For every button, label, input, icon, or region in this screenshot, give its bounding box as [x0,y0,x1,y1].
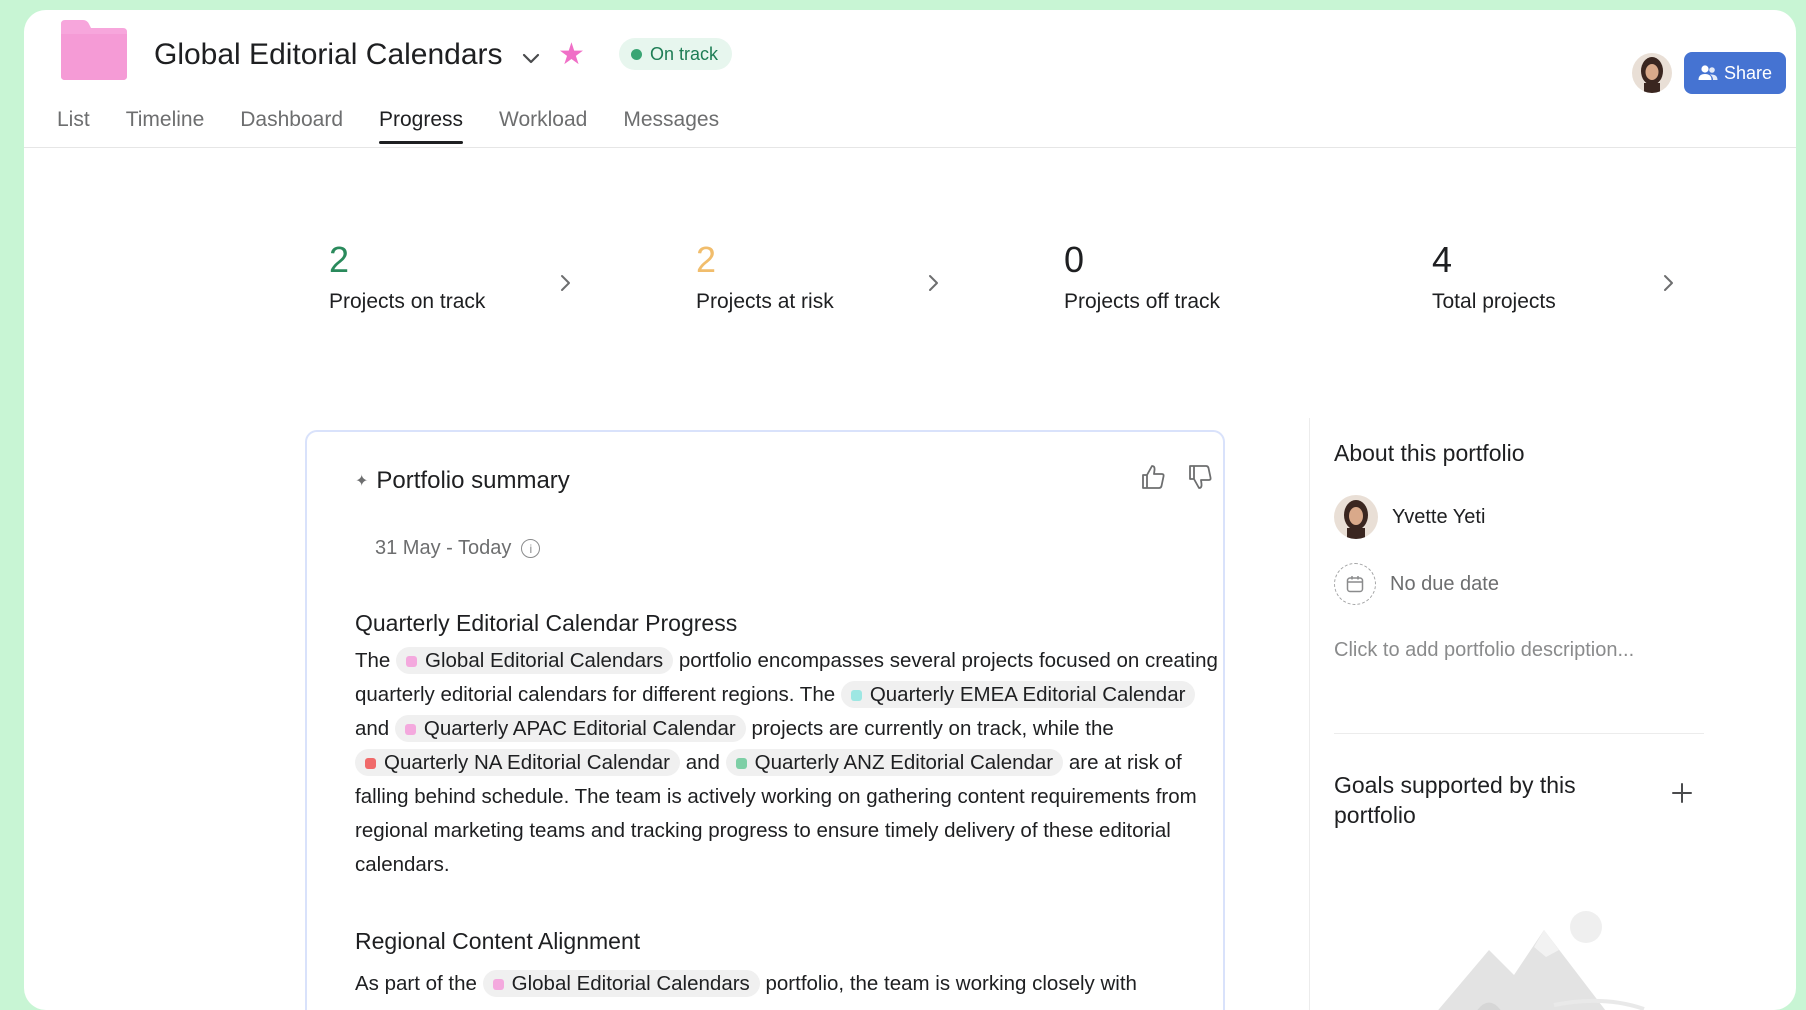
chevron-down-icon[interactable] [518,46,544,72]
project-color-dot [365,758,376,769]
chevron-right-icon[interactable] [1659,272,1677,294]
status-dot [631,48,642,60]
portfolio-chip[interactable]: Global Editorial Calendars [482,970,760,997]
panel-divider [1334,733,1704,734]
stat-value: 4 [1432,239,1453,280]
panel-divider [1309,418,1310,1010]
stat-value: 2 [696,239,717,280]
description-field[interactable]: Click to add portfolio description... [1334,639,1634,662]
section-heading: Quarterly Editorial Calendar Progress [355,610,738,636]
chip-label: Global Editorial Calendars [511,972,750,995]
thumbs-down-icon[interactable] [1185,462,1215,492]
avatar [1334,495,1378,539]
tab-timeline[interactable]: Timeline [126,108,205,144]
stat-total[interactable]: 4 Total projects [1432,242,1556,314]
header-divider [24,147,1796,148]
folder-icon [492,979,504,990]
text-run: and [685,751,720,774]
chip-label: Quarterly APAC Editorial Calendar [423,717,736,740]
owner-name: Yvette Yeti [1392,505,1486,528]
goals-title: Goals supported by this portfolio [1334,772,1576,828]
due-date-text: No due date [1390,572,1499,595]
due-date-row[interactable]: No due date [1334,563,1499,605]
stat-label: Projects off track [1064,290,1221,313]
text-run: projects are currently on track, while t… [751,717,1114,740]
project-chip[interactable]: Quarterly APAC Editorial Calendar [394,715,746,742]
stat-label: Projects at risk [696,290,834,313]
plus-icon[interactable] [1669,780,1695,806]
text-run: portfolio, the team is working closely w… [765,972,1137,995]
project-color-dot [735,758,747,769]
date-range[interactable]: 31 May - Today i [375,537,541,560]
info-icon[interactable]: i [521,539,541,558]
people-icon [1698,65,1718,80]
tab-bar: List Timeline Dashboard Progress Workloa… [57,108,755,144]
text-run: and [355,717,390,740]
status-label: On track [650,43,719,64]
section-heading: Regional Content Alignment [355,928,641,954]
summary-paragraph: The Global Editorial Calendars portfolio… [355,644,1225,882]
portfolio-summary-card: ✦ Portfolio summary 31 May - Today i Qua… [305,430,1225,1010]
project-chip[interactable]: Quarterly NA Editorial Calendar [355,749,680,776]
portfolio-chip[interactable]: Global Editorial Calendars [396,647,674,674]
chevron-right-icon[interactable] [924,272,942,294]
sparkle-icon: ✦ [355,473,369,490]
tab-progress[interactable]: Progress [379,108,464,144]
summary-title-text: Portfolio summary [376,467,570,494]
chevron-right-icon[interactable] [556,272,574,294]
chip-label: Quarterly NA Editorial Calendar [384,751,670,774]
tab-list[interactable]: List [57,108,90,144]
thumbs-up-icon[interactable] [1138,462,1168,492]
chip-label: Quarterly ANZ Editorial Calendar [754,751,1054,774]
summary-paragraph: As part of the Global Editorial Calendar… [355,967,1225,1001]
project-color-dot [850,690,862,701]
chip-label: Quarterly EMEA Editorial Calendar [869,683,1186,706]
text-run: The [355,649,391,672]
stat-off-track[interactable]: 0 Projects off track [1064,242,1220,314]
stat-on-track[interactable]: 2 Projects on track [329,242,485,314]
stat-at-risk[interactable]: 2 Projects at risk [696,242,834,314]
about-title: About this portfolio [1334,440,1525,466]
share-button[interactable]: Share [1684,52,1786,94]
folder-icon [61,20,127,80]
star-icon[interactable]: ★ [558,40,585,70]
project-chip[interactable]: Quarterly ANZ Editorial Calendar [725,749,1064,776]
tab-dashboard[interactable]: Dashboard [240,108,343,144]
app-window: Global Editorial Calendars ★ On track Sh… [24,10,1796,1010]
date-range-text: 31 May - Today [375,537,512,559]
stat-label: Projects on track [329,290,486,313]
stat-value: 2 [329,239,350,280]
owner-row[interactable]: Yvette Yeti [1334,495,1485,539]
text-run: As part of the [355,972,477,995]
stat-value: 0 [1064,239,1085,280]
stat-label: Total projects [1432,290,1556,313]
project-chip[interactable]: Quarterly EMEA Editorial Calendar [840,681,1196,708]
avatar[interactable] [1632,53,1672,93]
mountain-illustration [1438,911,1645,1010]
share-label: Share [1723,62,1773,83]
tab-messages[interactable]: Messages [623,108,719,144]
status-badge[interactable]: On track [619,38,733,70]
chip-label: Global Editorial Calendars [425,649,664,672]
folder-icon [406,656,418,667]
tab-workload[interactable]: Workload [499,108,587,144]
portfolio-title[interactable]: Global Editorial Calendars [154,38,503,72]
project-color-dot [404,724,416,735]
calendar-icon [1334,563,1376,605]
summary-title: ✦ Portfolio summary [355,467,570,495]
